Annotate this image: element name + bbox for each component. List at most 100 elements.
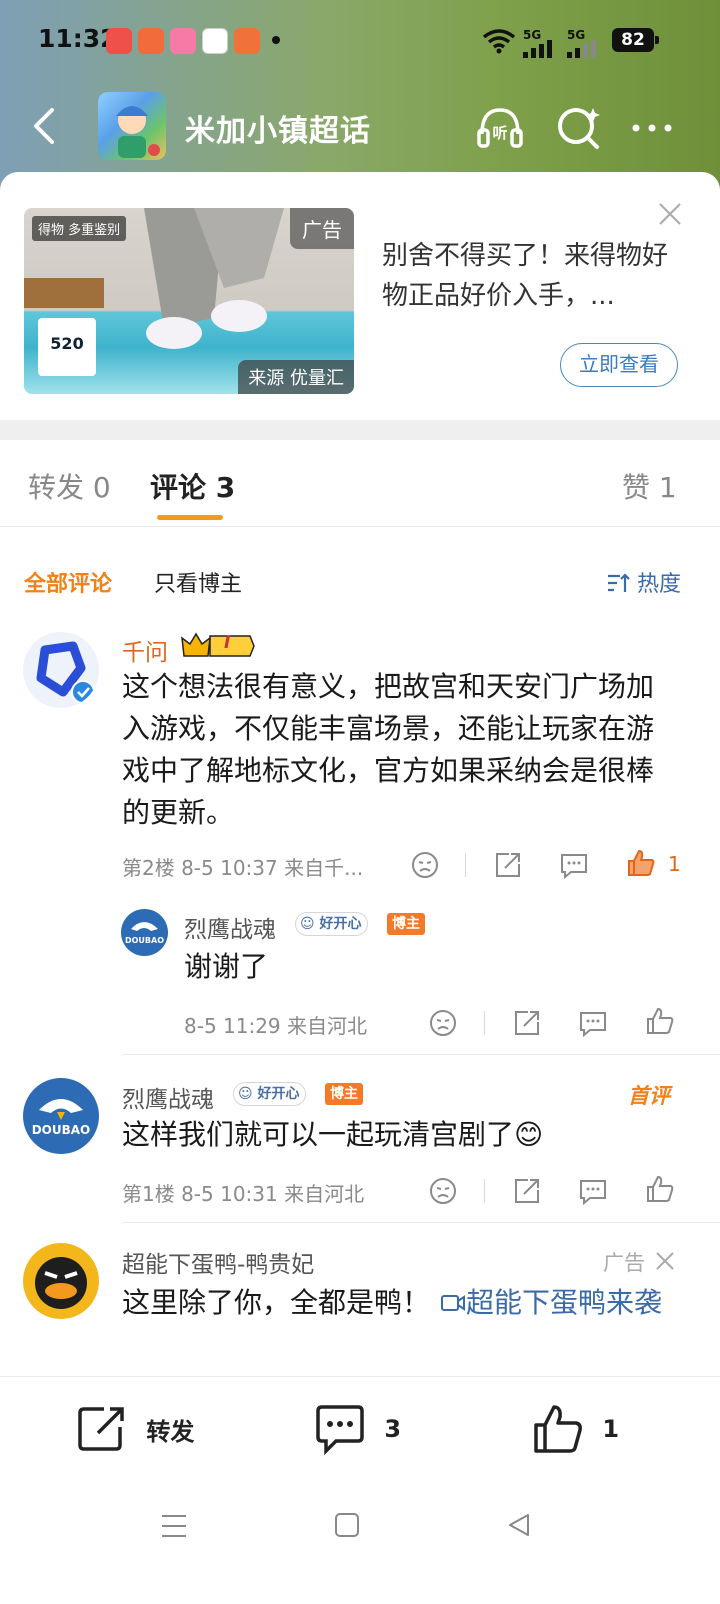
topic-avatar[interactable]	[98, 92, 166, 160]
vip-level-badge: I	[180, 630, 256, 660]
back-button[interactable]	[26, 106, 66, 146]
mood-badge-label: 好开心	[257, 1086, 300, 1102]
section-separator	[0, 420, 720, 440]
svg-text:听: 听	[492, 124, 507, 142]
first-comment-tag: 首评	[628, 1084, 670, 1108]
ad-view-button[interactable]: 立即查看	[560, 343, 678, 387]
vip-level-text: I	[224, 633, 231, 653]
comment-text: 这样我们就可以一起玩清宫剧了😊	[122, 1118, 544, 1151]
ad-price-label: 520	[38, 318, 96, 376]
video-app-icon	[106, 28, 132, 54]
share-icon[interactable]	[512, 1008, 542, 1038]
more-options-icon[interactable]	[626, 102, 678, 154]
home-icon[interactable]	[334, 1512, 360, 1538]
avatar[interactable]	[23, 632, 99, 708]
listen-headphones-icon[interactable]: 听	[474, 102, 526, 154]
blogger-badge: 博主	[387, 913, 425, 935]
comment-meta: 第2楼 8-5 10:37 来自千...	[122, 856, 364, 880]
topic-header: 米加小镇超话 听	[0, 84, 720, 170]
avatar[interactable]: DOUBAO	[23, 1078, 99, 1154]
dislike-icon[interactable]	[428, 1176, 458, 1206]
ad-brand-label: 得物 多重鉴别	[32, 216, 127, 241]
avatar-text: DOUBAO	[125, 936, 164, 945]
comment-meta: 第1楼 8-5 10:31 来自河北	[122, 1182, 365, 1206]
reply-meta: 8-5 11:29 来自河北	[184, 1014, 368, 1038]
share-icon[interactable]	[512, 1176, 542, 1206]
qianwen-logo-icon	[36, 641, 95, 704]
eagle-logo-icon: DOUBAO	[125, 922, 164, 945]
like-icon[interactable]	[645, 1006, 675, 1036]
avatar[interactable]: DOUBAO	[121, 909, 168, 956]
game-app-icon	[234, 28, 260, 54]
mood-badge: ☺ 好开心	[233, 1082, 307, 1106]
sort-icon	[608, 573, 630, 592]
active-tab-indicator	[157, 515, 223, 520]
like-count: 1	[602, 1415, 620, 1443]
bottom-action-bar: 转发 3 1	[0, 1376, 720, 1484]
reply-author[interactable]: 烈鹰战魂	[184, 910, 276, 944]
like-icon[interactable]	[645, 1174, 675, 1204]
signal-bars-1-icon	[523, 36, 552, 58]
filter-blogger-only[interactable]: 只看博主	[154, 566, 242, 598]
wifi-icon	[482, 29, 516, 54]
reply-icon[interactable]	[578, 1176, 608, 1206]
close-ad-icon[interactable]	[656, 200, 684, 228]
like-button[interactable]: 1	[532, 1403, 619, 1455]
mood-badge-label: 好开心	[319, 916, 362, 932]
comment-text: 这个想法很有意义，把故宫和天安门广场加入游戏，不仅能丰富场景，还能让玩家在游戏中…	[122, 670, 655, 829]
tab-comments[interactable]: 评论 3	[150, 466, 235, 506]
reply-icon[interactable]	[578, 1008, 608, 1038]
repost-button[interactable]: 转发	[76, 1403, 194, 1455]
ad-image[interactable]: 得物 多重鉴别 520 广告 来源 优量汇	[24, 208, 354, 394]
duck-mascot-icon	[35, 1257, 87, 1309]
comment-author[interactable]: 烈鹰战魂	[122, 1080, 214, 1114]
repost-icon	[78, 1407, 124, 1451]
repost-label: 转发	[146, 1417, 195, 1446]
reply-text: 谢谢了	[184, 950, 269, 983]
blogger-badge: 博主	[325, 1083, 363, 1105]
avatar-text: DOUBAO	[32, 1123, 91, 1137]
filter-all-comments[interactable]: 全部评论	[24, 566, 112, 598]
shopping-app-icon	[138, 28, 164, 54]
like-count: 1	[668, 852, 681, 876]
like-icon	[534, 1405, 582, 1453]
avatar[interactable]	[23, 1243, 99, 1319]
tab-divider	[0, 526, 720, 527]
ad-description[interactable]: 别舍不得买了！来得物好物正品好价入手，...	[382, 236, 682, 316]
dislike-icon[interactable]	[410, 850, 440, 880]
tab-likes[interactable]: 赞 1	[622, 466, 677, 506]
close-ad-icon[interactable]	[654, 1250, 676, 1272]
share-icon[interactable]	[493, 850, 523, 880]
bilibili-app-icon	[170, 28, 196, 54]
mood-badge: ☺ 好开心	[295, 912, 369, 936]
reply-icon[interactable]	[559, 850, 589, 880]
sort-selector[interactable]: 热度	[606, 566, 681, 598]
action-divider	[484, 1011, 485, 1035]
ad-comment-author[interactable]: 超能下蛋鸭-鸭贵妃	[122, 1245, 314, 1279]
search-icon[interactable]	[553, 102, 605, 154]
more-notifications-dot	[272, 36, 280, 44]
action-divider	[465, 853, 466, 877]
oppo-app-icon	[202, 28, 228, 54]
ad-comment-text: 这里除了你，全都是鸭！ 超能下蛋鸭来袭	[122, 1282, 682, 1324]
action-divider	[484, 1179, 485, 1203]
comment-author[interactable]: 千问	[122, 633, 168, 667]
comment-icon	[316, 1405, 364, 1456]
ad-comment-text-plain: 这里除了你，全都是鸭！	[122, 1286, 431, 1319]
ad-comment-link[interactable]: 超能下蛋鸭来袭	[466, 1286, 662, 1319]
back-nav-icon[interactable]	[506, 1512, 532, 1538]
ad-source: 来源 优量汇	[238, 360, 354, 394]
comment-button[interactable]: 3	[314, 1403, 402, 1456]
dislike-icon[interactable]	[428, 1008, 458, 1038]
battery-indicator: 82	[612, 28, 659, 52]
status-bar: 11:32 5G 5G 82	[0, 0, 720, 84]
comment-divider	[122, 1054, 720, 1055]
tab-repost[interactable]: 转发 0	[28, 466, 111, 506]
comment-count: 3	[384, 1415, 402, 1443]
menu-icon[interactable]	[160, 1512, 188, 1540]
comment-divider	[122, 1222, 720, 1223]
crown-icon	[181, 632, 255, 657]
like-icon[interactable]	[626, 848, 656, 878]
eagle-logo-icon: DOUBAO	[32, 1099, 91, 1137]
system-navigation-bar	[0, 1484, 720, 1604]
